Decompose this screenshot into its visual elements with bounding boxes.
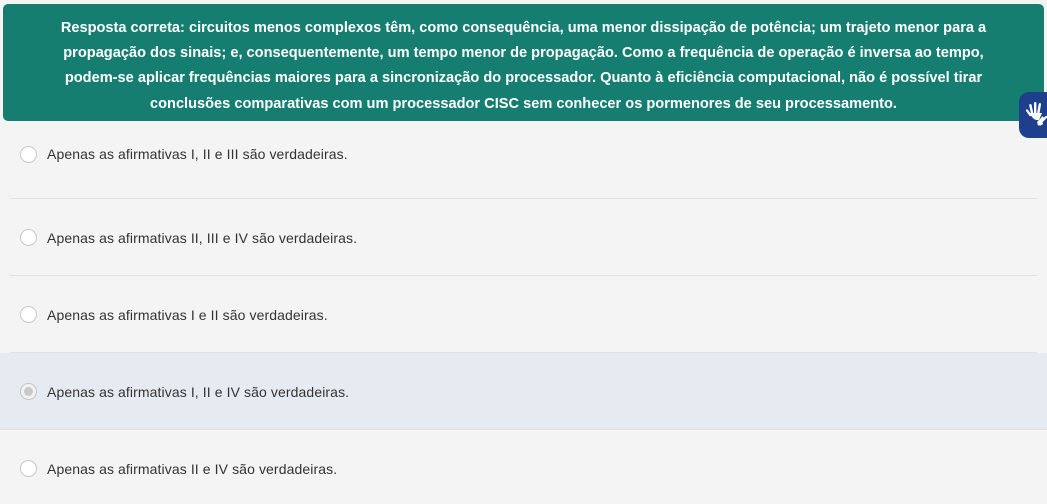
answer-option-label: Apenas as afirmativas II, III e IV são v…	[47, 229, 358, 246]
correct-answer-feedback: Resposta correta: circuitos menos comple…	[3, 4, 1044, 121]
answer-option-label: Apenas as afirmativas I, II e IV são ver…	[47, 383, 350, 400]
radio-button[interactable]	[20, 306, 37, 323]
answer-option-selected[interactable]: Apenas as afirmativas I, II e IV são ver…	[0, 353, 1047, 430]
answer-option-label: Apenas as afirmativas I e II são verdade…	[47, 306, 328, 323]
radio-button[interactable]	[20, 229, 37, 246]
feedback-text: Resposta correta: circuitos menos comple…	[60, 20, 987, 112]
answer-option[interactable]: Apenas as afirmativas I, II e III são ve…	[0, 121, 1047, 199]
radio-button[interactable]	[20, 146, 37, 163]
answer-option-label: Apenas as afirmativas II e IV são verdad…	[47, 460, 338, 477]
answer-options-list: Apenas as afirmativas I, II e III são ve…	[0, 121, 1047, 504]
quiz-page: Resposta correta: circuitos menos comple…	[0, 0, 1047, 504]
answer-option-label: Apenas as afirmativas I, II e III são ve…	[47, 146, 348, 162]
answer-option[interactable]: Apenas as afirmativas I e II são verdade…	[0, 276, 1047, 353]
answer-option[interactable]: Apenas as afirmativas II, III e IV são v…	[0, 199, 1047, 276]
radio-button[interactable]	[20, 460, 37, 477]
radio-button-checked[interactable]	[20, 383, 37, 400]
answer-option[interactable]: Apenas as afirmativas II e IV são verdad…	[0, 430, 1047, 504]
